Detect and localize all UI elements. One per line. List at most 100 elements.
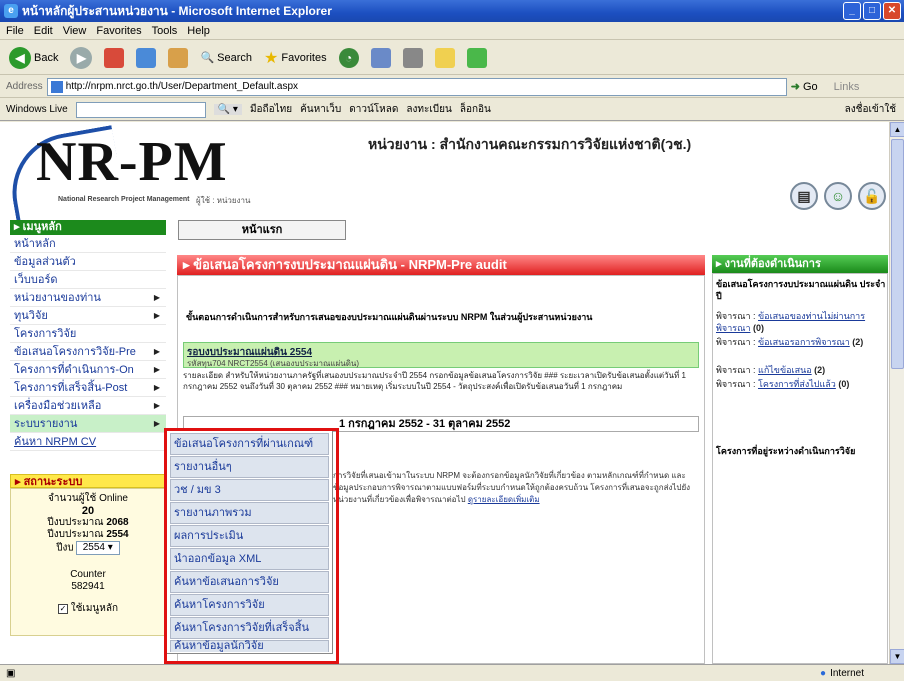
messenger-button[interactable]: [464, 45, 490, 71]
signin-link[interactable]: ลงชื่อเข้าใช้: [845, 102, 896, 117]
menu-item-reports[interactable]: ระบบรายงาน ▶: [10, 415, 166, 433]
live-search-button[interactable]: 🔍 ▾: [213, 104, 242, 115]
history-icon: ◔: [338, 47, 359, 68]
online-count: 20: [81, 505, 95, 517]
history-button[interactable]: ◔: [336, 45, 362, 71]
budget-value: 2554: [106, 529, 129, 540]
fiscal-value: 2068: [106, 517, 129, 528]
menu-item-home[interactable]: หน้าหลัก: [10, 235, 166, 253]
chevron-right-icon: ▶: [153, 401, 160, 410]
links-item[interactable]: ล็อกอิน: [460, 102, 491, 117]
security-zone: ● Internet: [820, 668, 864, 679]
print-page-icon[interactable]: ▤: [790, 182, 818, 210]
menu-help[interactable]: Help: [187, 25, 210, 37]
stop-button[interactable]: [101, 45, 127, 71]
counter-value: 582941: [71, 581, 105, 592]
menubar: File Edit View Favorites Tools Help: [0, 22, 904, 40]
menu-file[interactable]: File: [6, 25, 24, 37]
edit-button[interactable]: [432, 45, 458, 71]
favorites-button[interactable]: ★ Favorites: [261, 45, 330, 71]
remember-row: ✓ ใช้เมนูหลัก: [11, 603, 165, 615]
back-arrow-icon: ◀: [9, 46, 31, 69]
back-label: Back: [34, 51, 59, 64]
budget-round-box: รอบงบประมาณแผ่นดิน 2554 รหัสทุน704 NRCT2…: [183, 342, 699, 368]
menu-item-ongoing-on[interactable]: โครงการที่ดำเนินการ-On ▶: [10, 361, 166, 379]
go-button[interactable]: ➜ Go: [791, 80, 818, 93]
scroll-down-icon[interactable]: ▼: [890, 649, 904, 664]
home-button[interactable]: [165, 45, 191, 71]
year-select[interactable]: 2554 ▾: [75, 541, 120, 555]
user-profile-icon[interactable]: ☺: [824, 182, 852, 210]
chevron-right-icon: ▶: [153, 383, 160, 392]
task-row: พิจารณา : แก้ไขข้อเสนอ (2): [716, 364, 886, 376]
menu-item-fund[interactable]: ทุนวิจัย ▶: [10, 307, 166, 325]
budget-row: ปีงบประมาณ 2554: [11, 529, 165, 541]
org-title: หน่วยงาน : สำนักงานคณะกรรมการวิจัยแห่งชา…: [368, 136, 692, 152]
forward-button[interactable]: ▶: [67, 45, 95, 71]
remember-checkbox[interactable]: ✓: [57, 604, 68, 614]
task-label: พิจารณา :: [716, 337, 756, 347]
menu-item-profile[interactable]: ข้อมูลส่วนตัว: [10, 253, 166, 271]
task-link[interactable]: โครงการที่ส่งไปแล้ว: [758, 379, 836, 389]
search-button[interactable]: 🔍 Search: [197, 45, 255, 71]
budget-label: ปีงบประมาณ: [47, 529, 104, 540]
highlight-annotation: [164, 428, 339, 664]
menu-item-label: เว็บบอร์ด: [14, 274, 58, 286]
search-label: Search: [217, 51, 253, 64]
top-icons: ▤ ☺ 🔓: [790, 182, 886, 210]
task-link[interactable]: ข้อเสนอรอการพิจารณา: [758, 337, 850, 347]
refresh-button[interactable]: [133, 45, 159, 71]
scroll-up-icon[interactable]: ▲: [890, 122, 904, 137]
tasks-title: งานที่ต้องดำเนินการ: [724, 258, 821, 270]
body-text: การวิจัยที่เสนอเข้ามาในระบบ NRPM จะต้องก…: [333, 470, 699, 506]
details-link[interactable]: ดูรายละเอียดเพิ่มเติม: [468, 495, 540, 504]
menu-favorites[interactable]: Favorites: [96, 25, 141, 37]
links-item[interactable]: ดาวน์โหลด: [349, 102, 398, 117]
menu-edit[interactable]: Edit: [34, 25, 53, 37]
address-label: Address: [6, 81, 43, 92]
links-item[interactable]: มือถือไทย: [250, 102, 292, 117]
tasks-header: ▸ งานที่ต้องดำเนินการ: [712, 255, 888, 273]
menu-item-proposal-pre[interactable]: ข้อเสนอโครงการวิจัย-Pre ▶: [10, 343, 166, 361]
links-item[interactable]: ลงทะเบียน: [406, 102, 451, 117]
task-link[interactable]: แก้ไขข้อเสนอ: [758, 365, 812, 375]
back-button[interactable]: ◀ Back: [6, 45, 61, 71]
vertical-scrollbar[interactable]: ▲ ▼: [889, 122, 904, 664]
year-label: ปีงบ: [56, 542, 74, 554]
chevron-right-icon: ▶: [153, 419, 160, 428]
maximize-button[interactable]: □: [863, 2, 881, 20]
links-label[interactable]: Links: [834, 81, 860, 93]
menu-item-projects[interactable]: โครงการวิจัย: [10, 325, 166, 343]
main-panel-header: ▸ ข้อเสนอโครงการงบประมาณแผ่นดิน - NRPM-P…: [177, 255, 705, 275]
main-menu-header: ▸ เมนูหลัก: [10, 220, 166, 235]
menu-item-finished-post[interactable]: โครงการที่เสร็จสิ้น-Post ▶: [10, 379, 166, 397]
online-label: จำนวนผู้ใช้ Online: [48, 493, 128, 504]
scroll-thumb[interactable]: [891, 139, 904, 369]
links-item[interactable]: ค้นหาเว็บ: [300, 102, 341, 117]
menu-item-webboard[interactable]: เว็บบอร์ด: [10, 271, 166, 289]
print-button[interactable]: [400, 45, 426, 71]
windows-live-label[interactable]: Windows Live: [6, 104, 68, 115]
main-menu-title: เมนูหลัก: [22, 221, 62, 233]
tab-home[interactable]: หน้าแรก: [178, 220, 346, 240]
menu-tools[interactable]: Tools: [152, 25, 178, 37]
menu-item-label: ทุนวิจัย: [14, 310, 48, 322]
menu-view[interactable]: View: [63, 25, 87, 37]
live-search-input[interactable]: [75, 101, 206, 118]
task-count: (2): [814, 365, 826, 375]
menu-item-label: โครงการที่เสร็จสิ้น-Post: [14, 382, 128, 394]
address-input[interactable]: http://nrpm.nrct.go.th/User/Department_D…: [46, 77, 787, 96]
close-button[interactable]: ✕: [883, 2, 901, 20]
menu-item-cv-search[interactable]: ค้นหา NRPM CV: [10, 433, 166, 451]
window-title: หน้าหลักผู้ประสานหน่วยงาน - Microsoft In…: [22, 3, 332, 18]
menu-item-tools[interactable]: เครื่องมือช่วยเหลือ ▶: [10, 397, 166, 415]
logout-lock-icon[interactable]: 🔓: [858, 182, 886, 210]
minimize-button[interactable]: _: [843, 2, 861, 20]
notice-text: รายละเอียด สำหรับให้หน่วยงานภาครัฐที่เสน…: [183, 371, 686, 391]
task-count: (0): [753, 323, 765, 333]
ie-icon: e: [4, 4, 18, 18]
mail-button[interactable]: [368, 45, 394, 71]
remember-label: ใช้เมนูหลัก: [70, 603, 119, 614]
menu-item-department[interactable]: หน่วยงานของท่าน ▶: [10, 289, 166, 307]
chevron-right-icon: ▶: [153, 311, 160, 320]
